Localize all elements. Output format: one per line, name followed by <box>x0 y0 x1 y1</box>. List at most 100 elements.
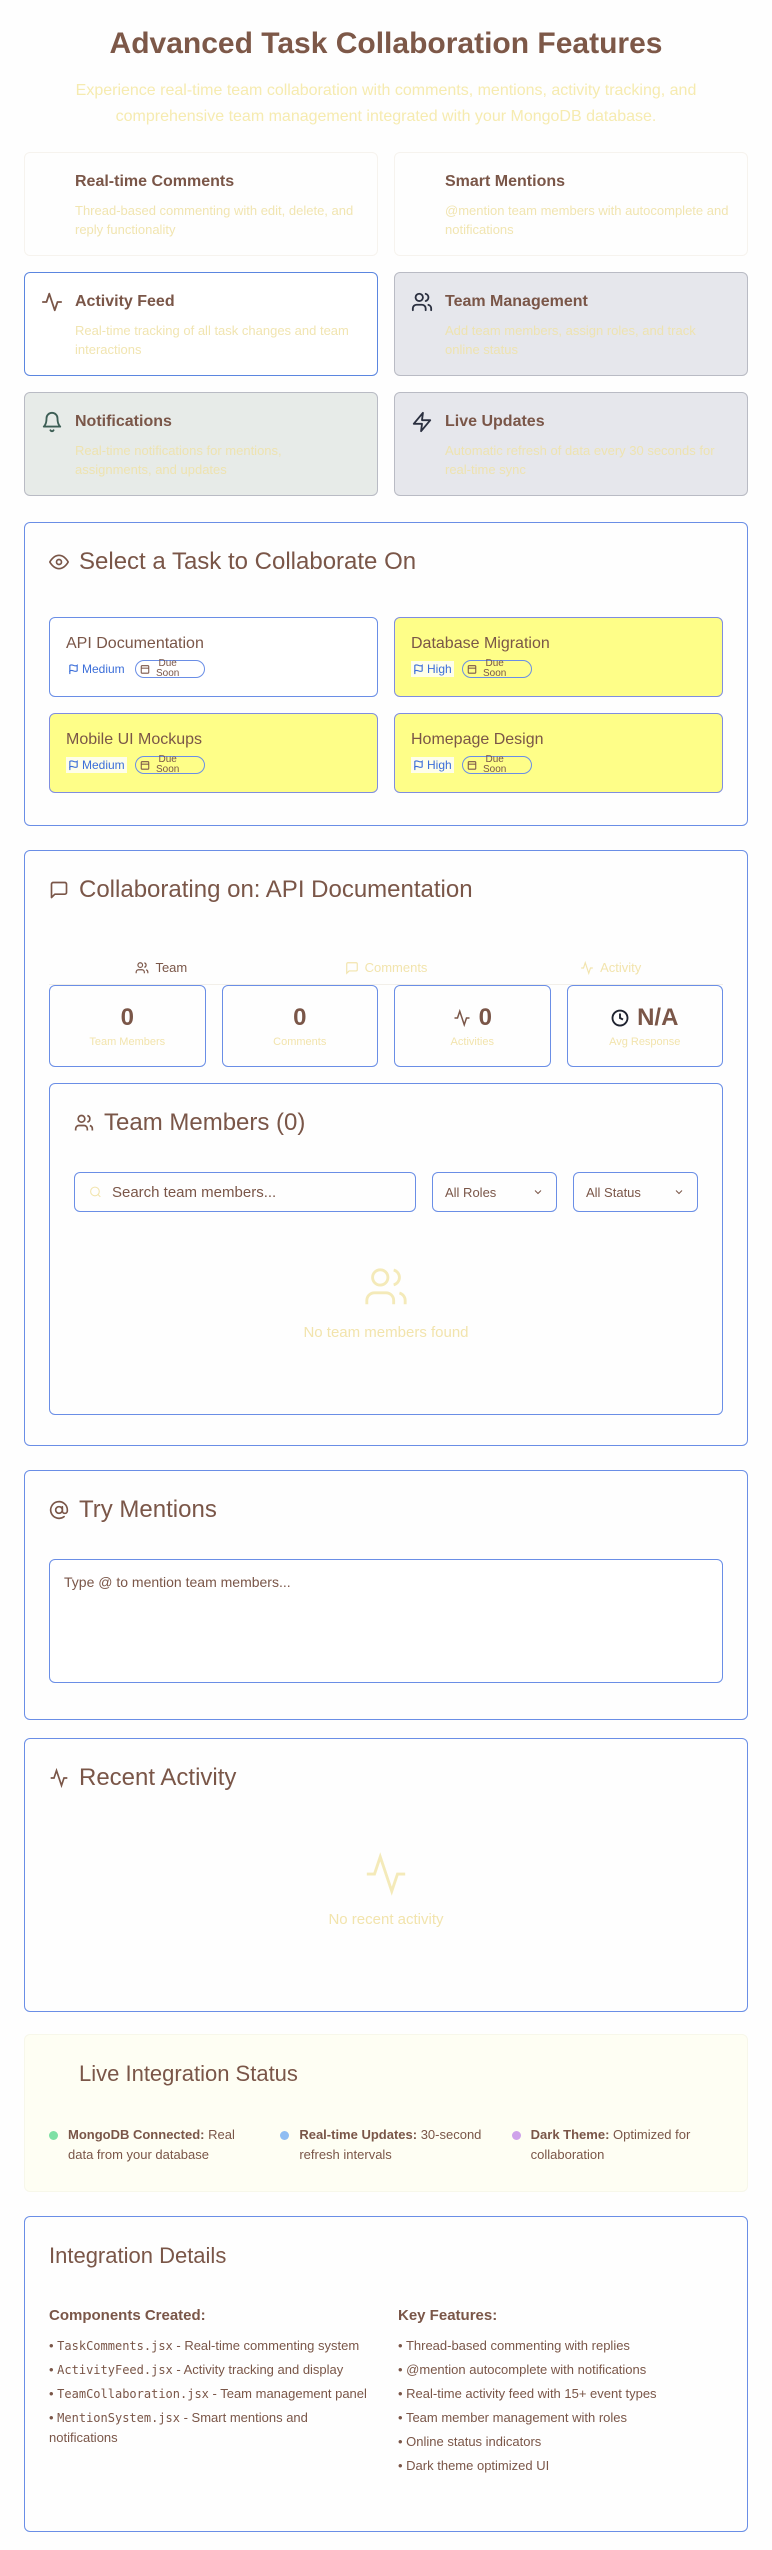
status-select-value: All Status <box>586 1184 641 1200</box>
stat-value-row: N/A <box>611 1006 678 1030</box>
roles-select[interactable]: All Roles <box>432 1172 557 1212</box>
live-status-title: Live Integration Status <box>79 2061 298 2086</box>
team-members-title: Team Members (0) <box>104 1109 306 1136</box>
mention-textarea[interactable] <box>49 1559 723 1683</box>
activity-icon <box>41 292 63 312</box>
priority-label: High <box>427 758 452 772</box>
at-icon <box>411 171 433 193</box>
component-file: TaskComments.jsx <box>57 2339 173 2353</box>
activity-icon <box>454 1009 470 1027</box>
stat-activities: 0 Activities <box>394 985 551 1067</box>
feature-desc: Add team members, assign roles, and trac… <box>445 323 696 357</box>
details-columns: Components Created: • TaskComments.jsx -… <box>49 2307 723 2480</box>
stat-label: Team Members <box>89 1036 166 1048</box>
live-item-strong: MongoDB Connected: <box>68 2127 205 2142</box>
task-card-mobile-ui-mockups[interactable]: Mobile UI Mockups Medium Due Soon <box>49 713 378 793</box>
feature-text: Team member management with roles <box>405 2410 628 2425</box>
select-task-card: Select a Task to Collaborate On API Docu… <box>24 522 748 826</box>
calendar-icon <box>140 665 149 674</box>
due-badge: Due Soon <box>134 755 205 775</box>
status-dot <box>511 2131 521 2140</box>
task-meta: High Due Soon <box>411 754 706 775</box>
stat-comments: 0 Comments <box>221 985 378 1067</box>
list-item: • @mention autocomplete with notificatio… <box>398 2362 647 2377</box>
tab-comments[interactable]: Comments <box>274 951 499 984</box>
feature-card-notifications[interactable]: Notifications Real-time notifications for… <box>24 392 378 496</box>
task-meta: High Due Soon <box>411 658 706 679</box>
collab-tabs: Team Comments Activity <box>49 951 723 985</box>
feature-text: Real-time activity feed with 15+ event t… <box>406 2386 657 2401</box>
task-card-api-documentation[interactable]: API Documentation Medium Due Soon <box>49 617 378 697</box>
search-icon <box>90 1186 101 1198</box>
live-item-realtime: Real-time Updates: 30-second refresh int… <box>280 2125 491 2165</box>
stat-label: Activities <box>450 1036 494 1048</box>
feature-text: Dark theme optimized UI <box>406 2458 550 2473</box>
users-icon <box>74 1114 94 1131</box>
component-desc: - Activity tracking and display <box>172 2362 344 2377</box>
task-card-database-migration[interactable]: Database Migration High Due Soon <box>394 617 723 697</box>
components-heading: Components Created: <box>49 2307 206 2324</box>
task-meta: Medium Due Soon <box>66 755 361 775</box>
component-desc: - Real-time commenting system <box>172 2338 360 2353</box>
stat-team-members: 0 Team Members <box>49 985 206 1067</box>
page: Advanced Task Collaboration Features Exp… <box>0 0 772 2532</box>
activity-empty-text: No recent activity <box>328 1911 444 1928</box>
status-dot <box>49 2131 58 2140</box>
activity-empty-state: No recent activity <box>49 1851 723 1928</box>
stat-value: 0 <box>478 1004 492 1031</box>
stat-avg-response: N/A Avg Response <box>566 985 723 1067</box>
priority-label: Medium <box>82 662 125 676</box>
chevron-down-icon <box>675 1190 683 1195</box>
due-badge: Due Soon <box>461 754 532 775</box>
task-name: Homepage Design <box>411 731 544 748</box>
task-card-homepage-design[interactable]: Homepage Design High Due Soon <box>394 713 723 793</box>
page-title: Advanced Task Collaboration Features <box>109 27 663 60</box>
task-list: API Documentation Medium Due Soon Databa… <box>49 617 723 793</box>
priority-badge: High <box>411 757 454 773</box>
priority-label: Medium <box>82 758 125 772</box>
list-item: • Online status indicators <box>398 2434 542 2449</box>
feature-desc: Automatic refresh of data every 30 secon… <box>445 443 715 477</box>
tab-activity[interactable]: Activity <box>498 951 723 984</box>
eye-icon <box>49 554 69 570</box>
feature-text: @mention autocomplete with notifications <box>406 2362 647 2377</box>
activity-icon <box>50 1768 68 1788</box>
list-item: • TeamCollaboration.jsx - Team managemen… <box>49 2386 367 2401</box>
live-item-text: Dark Theme: Optimized for collaboration <box>531 2125 723 2165</box>
select-task-heading: Select a Task to Collaborate On <box>49 547 723 577</box>
search-box <box>74 1172 416 1212</box>
due-label: Due Soon <box>483 754 507 775</box>
flag-icon <box>69 759 78 770</box>
feature-card-live-updates[interactable]: Live Updates Automatic refresh of data ev… <box>394 392 748 496</box>
integration-details-title: Integration Details <box>49 2243 227 2268</box>
component-file: TeamCollaboration.jsx <box>57 2387 209 2401</box>
list-item: • Dark theme optimized UI <box>398 2458 550 2473</box>
mentions-heading: Try Mentions <box>49 1495 723 1525</box>
bell-icon <box>42 412 62 433</box>
feature-grid: Real-time Comments Thread-based commentin… <box>24 152 748 496</box>
list-item: • Thread-based commenting with replies <box>398 2338 630 2353</box>
feature-card-activity[interactable]: Activity Feed Real-time tracking of all t… <box>24 272 378 376</box>
select-task-title: Select a Task to Collaborate On <box>79 548 417 575</box>
tab-team[interactable]: Team <box>49 951 274 984</box>
feature-desc: @mention team members with autocomplete … <box>445 203 729 237</box>
live-item-dark-theme: Dark Theme: Optimized for collaboration <box>511 2125 723 2165</box>
feature-card-team[interactable]: Team Management Add team members, assign … <box>394 272 748 376</box>
message-icon <box>41 171 63 193</box>
due-badge: Due Soon <box>134 659 205 679</box>
search-input[interactable] <box>111 1183 401 1201</box>
task-name: API Documentation <box>66 635 204 652</box>
stat-label: Comments <box>273 1036 327 1048</box>
calendar-icon <box>467 761 476 770</box>
feature-desc: Real-time notifications for mentions, as… <box>75 443 282 477</box>
stats-row: 0 Team Members 0 Comments 0 Activities N… <box>49 985 723 1067</box>
feature-title: Real-time Comments <box>75 173 235 190</box>
members-empty-state: No team members found <box>74 1264 698 1341</box>
status-select[interactable]: All Status <box>573 1172 698 1212</box>
component-file: ActivityFeed.jsx <box>57 2363 173 2377</box>
feature-title: Activity Feed <box>75 293 175 310</box>
members-empty-text: No team members found <box>303 1324 469 1341</box>
components-column: Components Created: • TaskComments.jsx -… <box>49 2307 374 2480</box>
message-icon <box>50 881 68 899</box>
due-label: Due Soon <box>483 658 507 679</box>
